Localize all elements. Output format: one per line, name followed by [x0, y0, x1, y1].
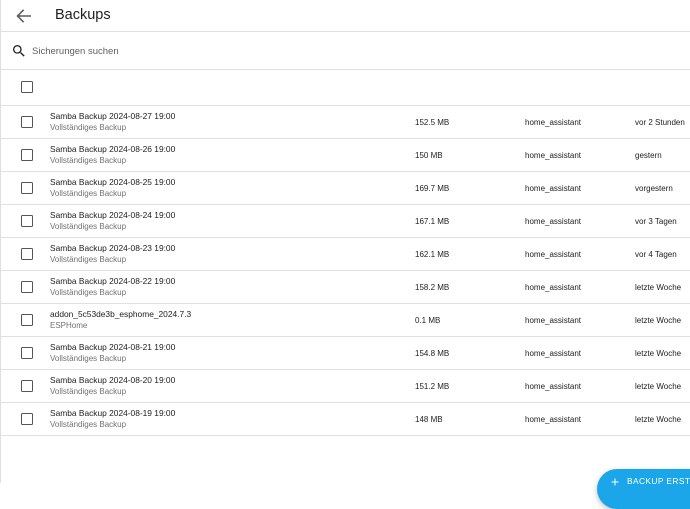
table-row[interactable]: Samba Backup 2024-08-24 19:00 Vollständig…	[0, 205, 690, 238]
backup-date: letzte Woche	[635, 415, 682, 424]
backup-name: addon_5c53de3b_esphome_2024.7.3	[50, 309, 192, 319]
backup-location: home_assistant	[525, 283, 582, 292]
backup-location: home_assistant	[525, 151, 582, 160]
backup-size: 148 MB	[415, 415, 443, 424]
backup-type: Vollständiges Backup	[50, 387, 127, 396]
row-checkbox[interactable]	[21, 116, 33, 128]
backup-size: 169.7 MB	[415, 184, 450, 193]
backup-type: ESPHome	[50, 321, 88, 330]
row-checkbox[interactable]	[21, 281, 33, 293]
backup-date: letzte Woche	[635, 316, 682, 325]
backup-size: 150 MB	[415, 151, 443, 160]
backup-type: Vollständiges Backup	[50, 420, 127, 429]
backup-size: 167.1 MB	[415, 217, 450, 226]
table-row[interactable]: Samba Backup 2024-08-26 19:00 Vollständig…	[0, 139, 690, 172]
backup-name: Samba Backup 2024-08-22 19:00	[50, 276, 176, 286]
search-bar	[0, 33, 690, 70]
backup-location: home_assistant	[525, 250, 582, 259]
create-backup-label: BACKUP ERSTELLEN	[627, 476, 690, 486]
backup-date: vor 2 Stunden	[635, 118, 685, 127]
row-checkbox[interactable]	[21, 314, 33, 326]
backup-name: Samba Backup 2024-08-21 19:00	[50, 342, 176, 352]
backup-name: Samba Backup 2024-08-23 19:00	[50, 243, 176, 253]
search-icon	[13, 45, 25, 57]
toolbar: Backups	[0, 0, 690, 32]
back-button[interactable]	[12, 4, 36, 28]
backup-name: Samba Backup 2024-08-25 19:00	[50, 177, 176, 187]
backup-type: Vollständiges Backup	[50, 222, 127, 231]
backup-location: home_assistant	[525, 415, 582, 424]
backup-type: Vollständiges Backup	[50, 288, 127, 297]
backup-size: 151.2 MB	[415, 382, 450, 391]
row-checkbox[interactable]	[21, 413, 33, 425]
backup-location: home_assistant	[525, 118, 582, 127]
backup-type: Vollständiges Backup	[50, 255, 127, 264]
row-checkbox[interactable]	[21, 215, 33, 227]
backup-location: home_assistant	[525, 184, 582, 193]
backup-type: Vollständiges Backup	[50, 189, 127, 198]
backup-type: Vollständiges Backup	[50, 123, 127, 132]
arrow-left-icon	[16, 9, 31, 23]
backup-size: 0.1 MB	[415, 316, 441, 325]
row-checkbox[interactable]	[21, 149, 33, 161]
table-row[interactable]: Samba Backup 2024-08-20 19:00 Vollständig…	[0, 370, 690, 403]
table-row[interactable]: Samba Backup 2024-08-25 19:00 Vollständig…	[0, 172, 690, 205]
backup-location: home_assistant	[525, 382, 582, 391]
backup-date: gestern	[635, 151, 662, 160]
search-input[interactable]	[32, 42, 432, 60]
table-header	[0, 70, 690, 106]
backup-name: Samba Backup 2024-08-19 19:00	[50, 408, 176, 418]
table-row[interactable]: Samba Backup 2024-08-21 19:00 Vollständig…	[0, 337, 690, 370]
backup-location: home_assistant	[525, 316, 582, 325]
backup-name: Samba Backup 2024-08-27 19:00	[50, 111, 176, 121]
backup-list: Samba Backup 2024-08-27 19:00 Vollständig…	[0, 106, 690, 436]
backup-type: Vollständiges Backup	[50, 156, 127, 165]
backup-name: Samba Backup 2024-08-20 19:00	[50, 375, 176, 385]
backup-size: 158.2 MB	[415, 283, 450, 292]
backup-size: 154.8 MB	[415, 349, 450, 358]
backup-type: Vollständiges Backup	[50, 354, 127, 363]
backup-size: 162.1 MB	[415, 250, 450, 259]
create-backup-button[interactable]: BACKUP ERSTELLEN	[597, 469, 690, 509]
row-checkbox[interactable]	[21, 182, 33, 194]
backup-location: home_assistant	[525, 217, 582, 226]
backup-date: letzte Woche	[635, 382, 682, 391]
row-checkbox[interactable]	[21, 248, 33, 260]
row-checkbox[interactable]	[21, 347, 33, 359]
table-row[interactable]: Samba Backup 2024-08-19 19:00 Vollständig…	[0, 403, 690, 436]
backup-date: vor 3 Tagen	[635, 217, 677, 226]
table-row[interactable]: Samba Backup 2024-08-22 19:00 Vollständig…	[0, 271, 690, 304]
backup-location: home_assistant	[525, 349, 582, 358]
backup-name: Samba Backup 2024-08-26 19:00	[50, 144, 176, 154]
backup-size: 152.5 MB	[415, 118, 450, 127]
backup-date: vor 4 Tagen	[635, 250, 677, 259]
table-row[interactable]: addon_5c53de3b_esphome_2024.7.3 ESPHome 0.…	[0, 304, 690, 337]
backup-date: vorgestern	[635, 184, 673, 193]
select-all-checkbox[interactable]	[21, 81, 33, 93]
page-title: Backups	[55, 7, 111, 23]
backup-date: letzte Woche	[635, 349, 682, 358]
table-row[interactable]: Samba Backup 2024-08-23 19:00 Vollständig…	[0, 238, 690, 271]
plus-icon	[611, 478, 619, 486]
table-row[interactable]: Samba Backup 2024-08-27 19:00 Vollständig…	[0, 106, 690, 139]
backup-date: letzte Woche	[635, 283, 682, 292]
backup-name: Samba Backup 2024-08-24 19:00	[50, 210, 176, 220]
row-checkbox[interactable]	[21, 380, 33, 392]
